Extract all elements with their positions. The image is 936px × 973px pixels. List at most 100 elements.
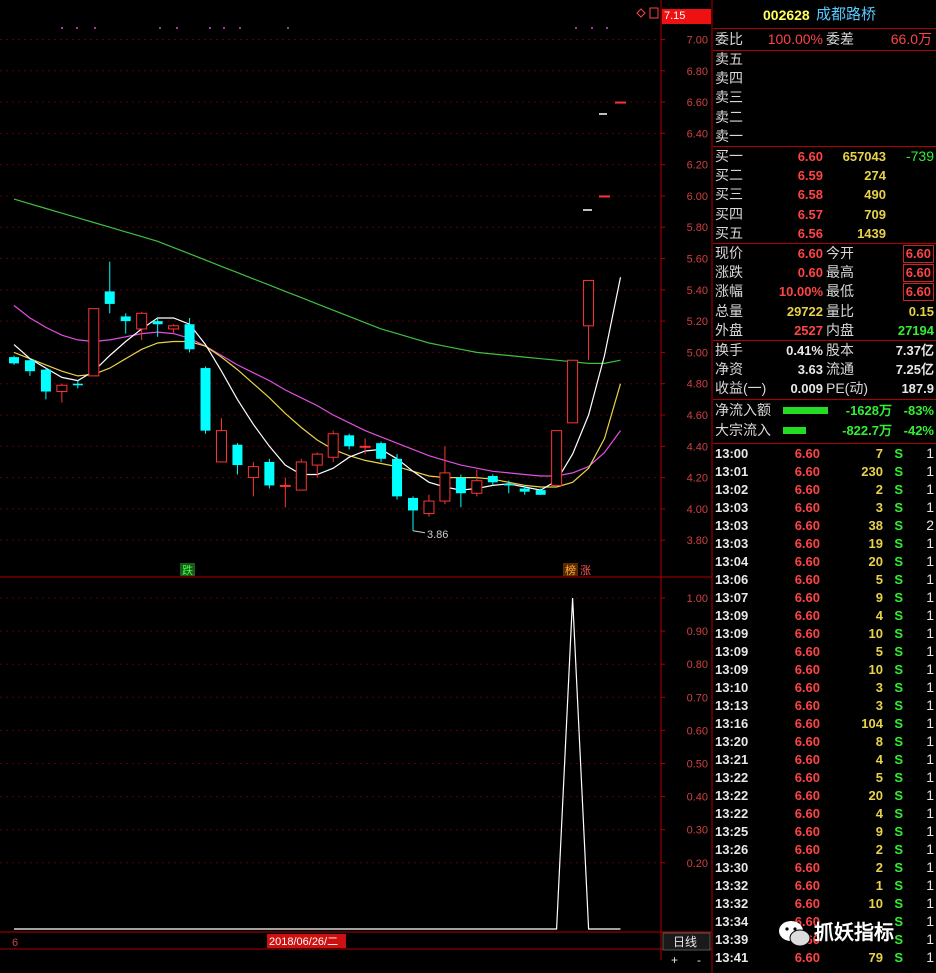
candle-body-up — [471, 480, 483, 494]
fund-value: 0.009 — [790, 381, 823, 397]
buy-price: 6.59 — [797, 168, 823, 184]
candles — [9, 101, 626, 531]
candle-body-down — [376, 443, 387, 459]
indicator-tick-label: 1.00 — [687, 593, 708, 605]
quote-value-2: 6.60 — [902, 245, 934, 263]
tick-side: S — [894, 770, 903, 785]
buy-price: 6.60 — [797, 149, 823, 164]
candle-body-down — [232, 444, 243, 466]
quote-value-2: 27194 — [897, 322, 934, 338]
box-icon — [649, 7, 659, 19]
tick-count: 1 — [926, 859, 934, 875]
tick-count: 1 — [926, 769, 934, 785]
tick-count: 1 — [926, 715, 934, 731]
candle-body-down — [535, 490, 546, 495]
tick-row: 13:22 6.60 4 S 1 — [713, 804, 936, 823]
zoom-plus: + — [671, 953, 678, 967]
buy-level-label: 买二 — [715, 167, 743, 184]
sell-row: 卖一 — [713, 127, 936, 146]
tick-volume: 5 — [875, 572, 883, 587]
flow-row: 净流入额 -1628万 -83% — [713, 401, 936, 420]
tick-volume: 2 — [875, 482, 883, 497]
current-price-tag: 7.15 — [662, 9, 711, 24]
tick-side: S — [894, 446, 903, 461]
price-axis: 7.00 6.80 6.60 6.40 6.20 6.00 5.80 5.60 5.40 5.20… — [661, 34, 708, 547]
tick-row: 13:01 6.60 230 S 1 — [713, 462, 936, 481]
flow-value: -1628万 — [845, 403, 892, 418]
sell-level-label: 卖四 — [715, 70, 743, 87]
low-price-label: 3.86 — [427, 529, 448, 541]
tick-volume: 104 — [861, 716, 883, 731]
tick-volume: 9 — [875, 824, 883, 839]
quote-label: 外盘 — [715, 321, 743, 338]
price-tick-label: 6.20 — [687, 160, 708, 172]
tick-price: 6.60 — [794, 860, 820, 875]
tick-side: S — [894, 860, 903, 875]
tick-time: 13:06 — [715, 572, 749, 587]
fund-label-2: 股本 — [826, 342, 854, 358]
tick-volume: 4 — [875, 752, 883, 767]
weicha-value: 66.0万 — [890, 31, 932, 47]
flow-percent: -83% — [903, 403, 934, 418]
buy-row: 买五 6.56 1439 — [713, 224, 936, 243]
flow-bar — [783, 407, 828, 414]
flow-percent: -42% — [903, 423, 934, 438]
tick-row: 13:26 6.60 2 S 1 — [713, 840, 936, 859]
candle-body-down — [455, 477, 466, 494]
flow-label: 净流入额 — [715, 402, 771, 418]
tick-count: 1 — [926, 787, 934, 803]
tick-count: 1 — [926, 733, 934, 749]
tick-volume: 4 — [875, 806, 883, 821]
tick-time: 13:22 — [715, 806, 749, 821]
tick-row: 13:22 6.60 5 S 1 — [713, 768, 936, 787]
zhang-marker: 涨 — [580, 564, 591, 577]
tick-count: 1 — [926, 625, 934, 641]
candle-body-down — [264, 461, 275, 486]
quote-value: 2527 — [794, 322, 823, 338]
tick-side: S — [894, 680, 903, 695]
tick-price: 6.60 — [794, 752, 820, 767]
tick-count: 1 — [926, 823, 934, 839]
flow-value: -822.7万 — [842, 423, 892, 438]
tick-row: 13:03 6.60 38 S 2 — [713, 516, 936, 535]
tick-count: 1 — [926, 679, 934, 695]
fund-label: 收益(一) — [715, 380, 767, 397]
price-tick-label: 6.00 — [687, 191, 708, 203]
tick-row: 13:03 6.60 19 S 1 — [713, 534, 936, 553]
tick-price: 6.60 — [794, 662, 820, 677]
weicha-label: 委差 — [826, 31, 854, 47]
tick-row: 13:16 6.60 104 S 1 — [713, 714, 936, 733]
price-tick-label: 7.00 — [687, 34, 708, 46]
indicator-axis: 1.00 0.90 0.80 0.70 0.60 0.50 0.40 0.30 0.20 — [661, 593, 708, 870]
weibi-label: 委比 — [715, 31, 743, 47]
quote-label-2: 最低 — [826, 283, 854, 300]
candle-body-down — [9, 357, 19, 364]
panel-separator — [713, 399, 936, 400]
buy-level-label: 买五 — [715, 224, 743, 241]
quote-value: 0.60 — [797, 265, 823, 281]
indicator-tick-label: 0.70 — [687, 692, 708, 704]
tick-count: 2 — [926, 517, 934, 533]
tick-side: S — [894, 536, 903, 551]
weibi-row: 委比 100.00% 委差 66.0万 — [713, 30, 936, 49]
tick-row: 13:20 6.60 8 S 1 — [713, 732, 936, 751]
tick-price: 6.60 — [794, 554, 820, 569]
candle-body-up — [247, 466, 259, 479]
quote-panel: 委比 100.00% 委差 66.0万 卖五 卖四 卖三 卖二 卖一 买一 6.60 657043 -7… — [713, 0, 936, 973]
candle-body-up — [168, 325, 180, 330]
buy-volume: 1439 — [857, 225, 886, 241]
quote-label: 涨幅 — [715, 283, 743, 300]
fund-value-2: 187.9 — [901, 381, 934, 397]
candle-body-up — [88, 308, 100, 377]
tick-price: 6.60 — [794, 770, 820, 785]
candle-body-down — [200, 368, 211, 431]
tick-price: 6.60 — [794, 536, 820, 551]
tick-row: 13:00 6.60 7 S 1 — [713, 444, 936, 463]
tick-price: 6.60 — [794, 464, 820, 479]
sell-level-label: 卖二 — [715, 108, 743, 125]
tick-row: 13:03 6.60 3 S 1 — [713, 498, 936, 517]
tick-count: 1 — [926, 571, 934, 587]
quote-row: 外盘 2527 内盘 27194 — [713, 321, 936, 340]
chart-markers: 3.86 跌 榜涨 6 2018/06/26/二 日线 + - — [12, 7, 711, 967]
tick-price: 6.60 — [794, 590, 820, 605]
